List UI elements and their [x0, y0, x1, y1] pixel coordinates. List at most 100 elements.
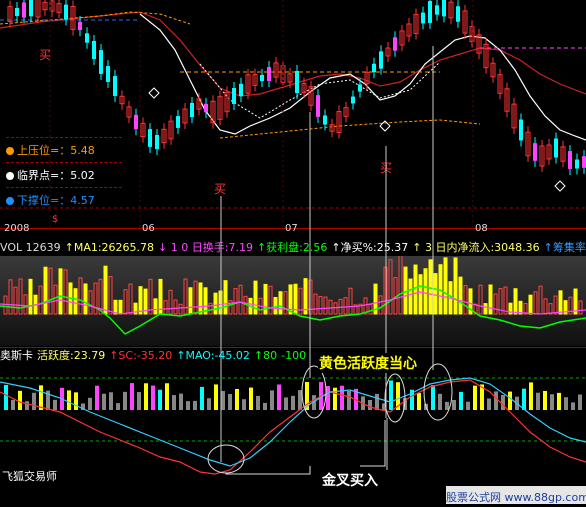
diamond-marker — [148, 87, 160, 99]
volume-bar — [403, 266, 408, 315]
candle-down — [113, 76, 117, 96]
volume-bar — [28, 278, 33, 315]
volume-bar — [48, 267, 53, 315]
osc-item: ↑80 — [253, 349, 278, 362]
osc-bar — [11, 399, 15, 410]
osc-bar — [564, 397, 568, 410]
candle-down — [204, 103, 208, 113]
volume-bar — [328, 299, 333, 315]
level-dash — [6, 162, 122, 163]
candle-down — [92, 40, 96, 60]
osc-bar — [88, 397, 92, 410]
month-label-08: 08 — [475, 223, 488, 234]
volume-bar — [558, 290, 563, 315]
osc-bar — [578, 394, 582, 410]
volume-bar — [543, 298, 548, 315]
candle-down — [29, 0, 33, 17]
candle-down — [533, 143, 537, 161]
active-ellipse — [384, 373, 406, 423]
osc-bar — [452, 399, 456, 410]
candle-down — [421, 12, 425, 24]
volume-bar — [478, 284, 483, 315]
volume-bar — [173, 299, 178, 315]
osc-bar — [375, 393, 379, 410]
osc-bar — [284, 397, 288, 410]
buy-mark: 买 — [39, 48, 52, 62]
osc-panel: 飞狐交易师 — [0, 362, 586, 486]
level-dash — [6, 137, 122, 138]
volume-bar — [388, 259, 393, 315]
volume-bar — [273, 296, 278, 315]
volume-panel — [0, 255, 586, 346]
sc-red-line — [0, 379, 586, 475]
vol-magenta-line — [0, 291, 586, 315]
osc-bar — [256, 395, 260, 410]
osc-bar — [158, 389, 162, 410]
volume-bar — [488, 284, 493, 315]
volume-bar — [433, 273, 438, 315]
osc-bar — [228, 393, 232, 410]
volume-bar — [333, 302, 338, 315]
side-label: $ — [52, 214, 59, 225]
osc-bar — [459, 391, 463, 410]
candle-down — [582, 156, 586, 168]
osc-bar — [571, 402, 575, 410]
volume-bar — [168, 289, 173, 315]
volume-bar — [528, 294, 533, 315]
volume-bar — [88, 290, 93, 315]
osc-bar — [417, 393, 421, 410]
osc-bar — [102, 393, 106, 410]
volume-bar — [318, 296, 323, 315]
volume-bar — [398, 255, 403, 315]
volume-bar — [148, 278, 153, 315]
volume-bar — [418, 274, 423, 315]
volume-bar — [443, 257, 448, 315]
volume-bar — [238, 284, 243, 315]
volume-bar — [108, 275, 113, 315]
candle-down — [428, 1, 432, 23]
candle-down — [134, 114, 138, 130]
volume-bar — [323, 296, 328, 315]
osc-bar — [445, 401, 449, 410]
level-upper-dot — [6, 147, 14, 155]
volume-bar — [8, 279, 13, 315]
volume-header: VOL 12639 ↑MA1:26265.78 ↓ 1 0 日换手:7.19 ↑获利盘… — [0, 241, 586, 255]
osc-bar — [368, 399, 372, 410]
volume-bar — [533, 291, 538, 315]
volume-bar — [483, 303, 488, 315]
osc-bar — [487, 398, 491, 410]
volume-bar — [103, 265, 108, 315]
osc-bar — [557, 392, 561, 410]
candle-down — [148, 129, 152, 147]
osc-bar — [179, 393, 183, 410]
volume-bar — [83, 283, 88, 315]
candle-down — [267, 67, 271, 81]
volume-bar — [458, 276, 463, 315]
volume-bar — [73, 288, 78, 315]
osc-bar — [53, 399, 57, 410]
volume-bar — [233, 288, 238, 315]
osc-bar — [130, 383, 134, 410]
volume-bar — [183, 278, 188, 315]
osc-bar — [347, 390, 351, 410]
vol-item: ↑MA1:26265.78 — [64, 241, 155, 254]
level-pivot-value: =：5.02 — [50, 169, 95, 182]
volume-bar — [208, 302, 213, 315]
volume-bar — [428, 259, 433, 315]
vol-item: VOL 12639 — [0, 241, 61, 254]
osc-bar — [4, 384, 8, 410]
app-name: 飞狐交易师 — [2, 470, 57, 483]
candle-down — [372, 63, 376, 73]
osc-bar — [466, 401, 470, 410]
volume-bar — [423, 268, 428, 315]
volume-bar — [413, 264, 418, 315]
connector — [360, 420, 386, 467]
osc-bar — [214, 384, 218, 410]
osc-bar — [200, 386, 204, 410]
level-lower: 下撑位=：4.57 — [6, 194, 95, 208]
volume-bar — [128, 283, 133, 315]
osc-bar — [389, 380, 393, 410]
volume-bar — [38, 285, 43, 315]
volume-bar — [93, 282, 98, 315]
osc-bar — [263, 402, 267, 410]
